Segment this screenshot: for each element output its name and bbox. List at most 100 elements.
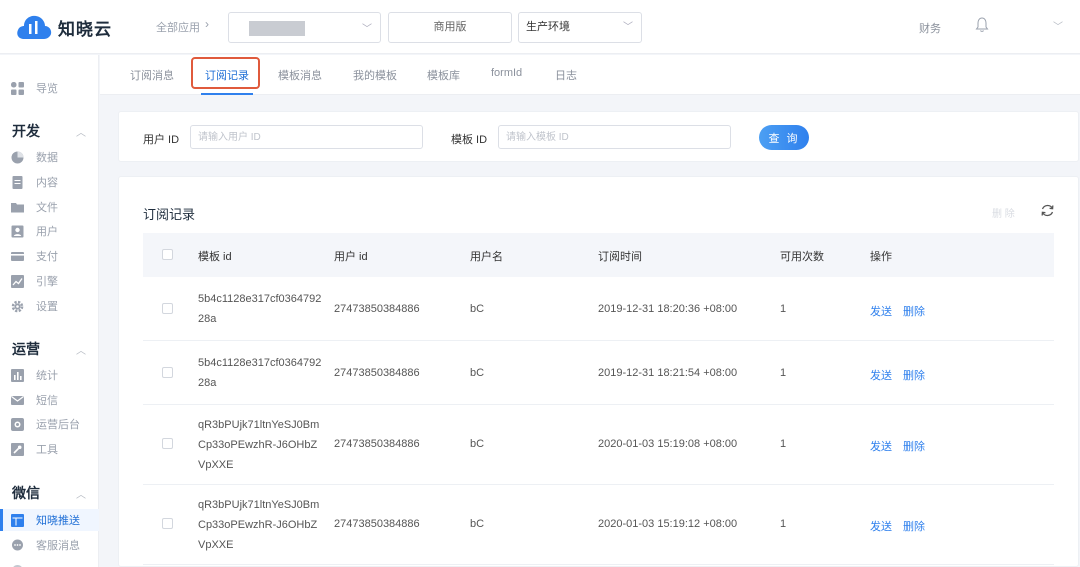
sidebar-item-label: 引擎 bbox=[36, 276, 58, 288]
select-all-checkbox[interactable] bbox=[162, 249, 173, 260]
table-row: qR3bPUjk71ltnYeSJ0BmCp33oPEwzhR-J6OHbZVp… bbox=[143, 405, 1054, 485]
sidebar-item-files[interactable]: 文件 bbox=[0, 196, 99, 218]
bell-icon[interactable] bbox=[975, 17, 989, 33]
records-title: 订阅记录 bbox=[143, 207, 196, 222]
chevron-up-icon[interactable]: ︿ bbox=[76, 124, 86, 139]
chevron-up-icon[interactable]: ︿ bbox=[76, 342, 86, 357]
sidebar-item-statistics[interactable]: 统计 bbox=[0, 364, 99, 386]
partial-icon bbox=[12, 564, 23, 567]
column-header-username: 用户名 bbox=[470, 251, 503, 263]
chevron-up-icon[interactable]: ︿ bbox=[76, 486, 86, 501]
user-menu-chevron-icon[interactable]: ﹀ bbox=[1053, 18, 1063, 33]
sidebar-item-label: 文件 bbox=[36, 202, 58, 214]
table-row: 5b4c1128e317cf036479228a 27473850384886 … bbox=[143, 277, 1054, 341]
cell-available-count: 1 bbox=[780, 303, 787, 315]
row-checkbox[interactable] bbox=[162, 303, 173, 314]
delete-link[interactable]: 删除 bbox=[903, 367, 925, 383]
chat-bubble-icon bbox=[12, 539, 23, 550]
template-id-input[interactable] bbox=[498, 125, 731, 149]
delete-link[interactable]: 删除 bbox=[903, 303, 925, 319]
cell-username: bC bbox=[470, 367, 485, 379]
sidebar-item-engine[interactable]: 引擎 bbox=[0, 270, 99, 292]
chevron-down-icon: ﹀ bbox=[362, 24, 372, 35]
pie-chart-icon bbox=[11, 151, 24, 163]
records-card: 订阅记录 删 除 模板 id 用户 id 用户名 订阅时间 可用次数 操作 5b… bbox=[118, 176, 1079, 567]
sidebar-item-label: 短信 bbox=[36, 395, 58, 407]
sidebar-item-label: 用户 bbox=[36, 226, 58, 238]
breadcrumb-all-apps[interactable]: 全部应用 bbox=[156, 19, 200, 35]
tab-logs[interactable]: 日志 bbox=[555, 67, 577, 83]
cell-username: bC bbox=[470, 303, 485, 315]
sidebar-item-label: 运营后台 bbox=[36, 419, 80, 431]
column-header-available-count: 可用次数 bbox=[780, 251, 824, 263]
send-link[interactable]: 发送 bbox=[870, 367, 892, 383]
refresh-icon[interactable] bbox=[1040, 203, 1055, 218]
sidebar-item-sms[interactable]: 短信 bbox=[0, 389, 99, 411]
row-checkbox[interactable] bbox=[162, 367, 173, 378]
tab-my-templates[interactable]: 我的模板 bbox=[353, 67, 397, 83]
sidebar-item-payment[interactable]: 支付 bbox=[0, 245, 99, 267]
query-button[interactable]: 查 询 bbox=[759, 125, 809, 150]
group-title-develop[interactable]: 开发 bbox=[12, 121, 40, 141]
sidebar-item-tools[interactable]: 工具 bbox=[0, 438, 99, 460]
sidebar-item-content[interactable]: 内容 bbox=[0, 171, 99, 193]
edition-select[interactable]: 商用版 bbox=[388, 12, 512, 43]
column-header-user-id: 用户 id bbox=[334, 251, 368, 263]
cell-template-id: 5b4c1128e317cf036479228a bbox=[198, 293, 322, 325]
send-link[interactable]: 发送 bbox=[870, 303, 892, 319]
console-icon bbox=[11, 417, 24, 431]
cell-template-id: 5b4c1128e317cf036479228a bbox=[198, 357, 322, 389]
sidebar-item-customer-service[interactable]: 客服消息 bbox=[0, 534, 99, 556]
cell-available-count: 1 bbox=[780, 518, 787, 530]
bulk-delete-button[interactable]: 删 除 bbox=[992, 205, 1015, 220]
sidebar-item-label: 统计 bbox=[36, 370, 58, 382]
sidebar-item-label: 内容 bbox=[36, 177, 58, 189]
tab-subscribe-message[interactable]: 订阅消息 bbox=[130, 67, 174, 83]
sidebar-item-settings[interactable]: 设置 bbox=[0, 295, 99, 317]
chevron-right-icon: › bbox=[205, 17, 209, 31]
sidebar-item-label: 设置 bbox=[36, 301, 58, 313]
group-title-wechat[interactable]: 微信 bbox=[12, 483, 40, 503]
cell-available-count: 1 bbox=[780, 438, 787, 450]
cell-subscribe-time: 2020-01-03 15:19:08 +08:00 bbox=[598, 438, 738, 450]
column-header-subscribe-time: 订阅时间 bbox=[598, 251, 642, 263]
layout-icon bbox=[11, 513, 24, 527]
column-header-template-id: 模板 id bbox=[198, 251, 232, 263]
sidebar-item-data[interactable]: 数据 bbox=[0, 146, 99, 168]
logo[interactable]: 知晓云 bbox=[16, 12, 112, 42]
sidebar-item-overview[interactable]: 导览 bbox=[0, 77, 99, 99]
trend-chart-icon bbox=[11, 274, 24, 288]
cell-subscribe-time: 2019-12-31 18:21:54 +08:00 bbox=[598, 367, 738, 379]
envelope-icon bbox=[11, 395, 24, 405]
send-link[interactable]: 发送 bbox=[870, 438, 892, 454]
environment-value: 生产环境 bbox=[526, 21, 570, 33]
delete-link[interactable]: 删除 bbox=[903, 438, 925, 454]
row-checkbox[interactable] bbox=[162, 518, 173, 529]
gear-icon bbox=[11, 300, 24, 312]
highlight-box bbox=[191, 57, 260, 89]
sidebar-item-partial[interactable] bbox=[0, 559, 99, 567]
sidebar-item-push[interactable]: 知晓推送 bbox=[0, 509, 99, 531]
search-card: 用户 ID 模板 ID 查 询 bbox=[118, 111, 1079, 162]
app-select[interactable]: ﹀ bbox=[228, 12, 381, 43]
cell-user-id: 27473850384886 bbox=[334, 518, 420, 530]
tab-template-message[interactable]: 模板消息 bbox=[278, 67, 322, 83]
tab-template-library[interactable]: 模板库 bbox=[427, 67, 460, 83]
table-row: qR3bPUjk71ltnYeSJ0BmCp33oPEwzhR-J6OHbZVp… bbox=[143, 485, 1054, 565]
active-tab-underline bbox=[201, 93, 253, 95]
sidebar-item-label: 工具 bbox=[36, 444, 58, 456]
cell-username: bC bbox=[470, 518, 485, 530]
group-title-operations[interactable]: 运营 bbox=[12, 339, 40, 359]
sidebar-item-users[interactable]: 用户 bbox=[0, 220, 99, 242]
user-id-label: 用户 ID bbox=[143, 134, 180, 146]
sidebar-item-ops-console[interactable]: 运营后台 bbox=[0, 413, 99, 435]
environment-select[interactable]: 生产环境 ﹀ bbox=[518, 12, 642, 43]
delete-link[interactable]: 删除 bbox=[903, 518, 925, 534]
tab-formid[interactable]: formId bbox=[491, 67, 522, 79]
send-link[interactable]: 发送 bbox=[870, 518, 892, 534]
row-checkbox[interactable] bbox=[162, 438, 173, 449]
user-id-input[interactable] bbox=[190, 125, 423, 149]
folder-icon bbox=[11, 202, 24, 212]
top-bar: 知晓云 全部应用 › ﹀ 商用版 生产环境 ﹀ 财务 ﹀ bbox=[0, 0, 1080, 54]
finance-link[interactable]: 财务 bbox=[919, 20, 941, 36]
